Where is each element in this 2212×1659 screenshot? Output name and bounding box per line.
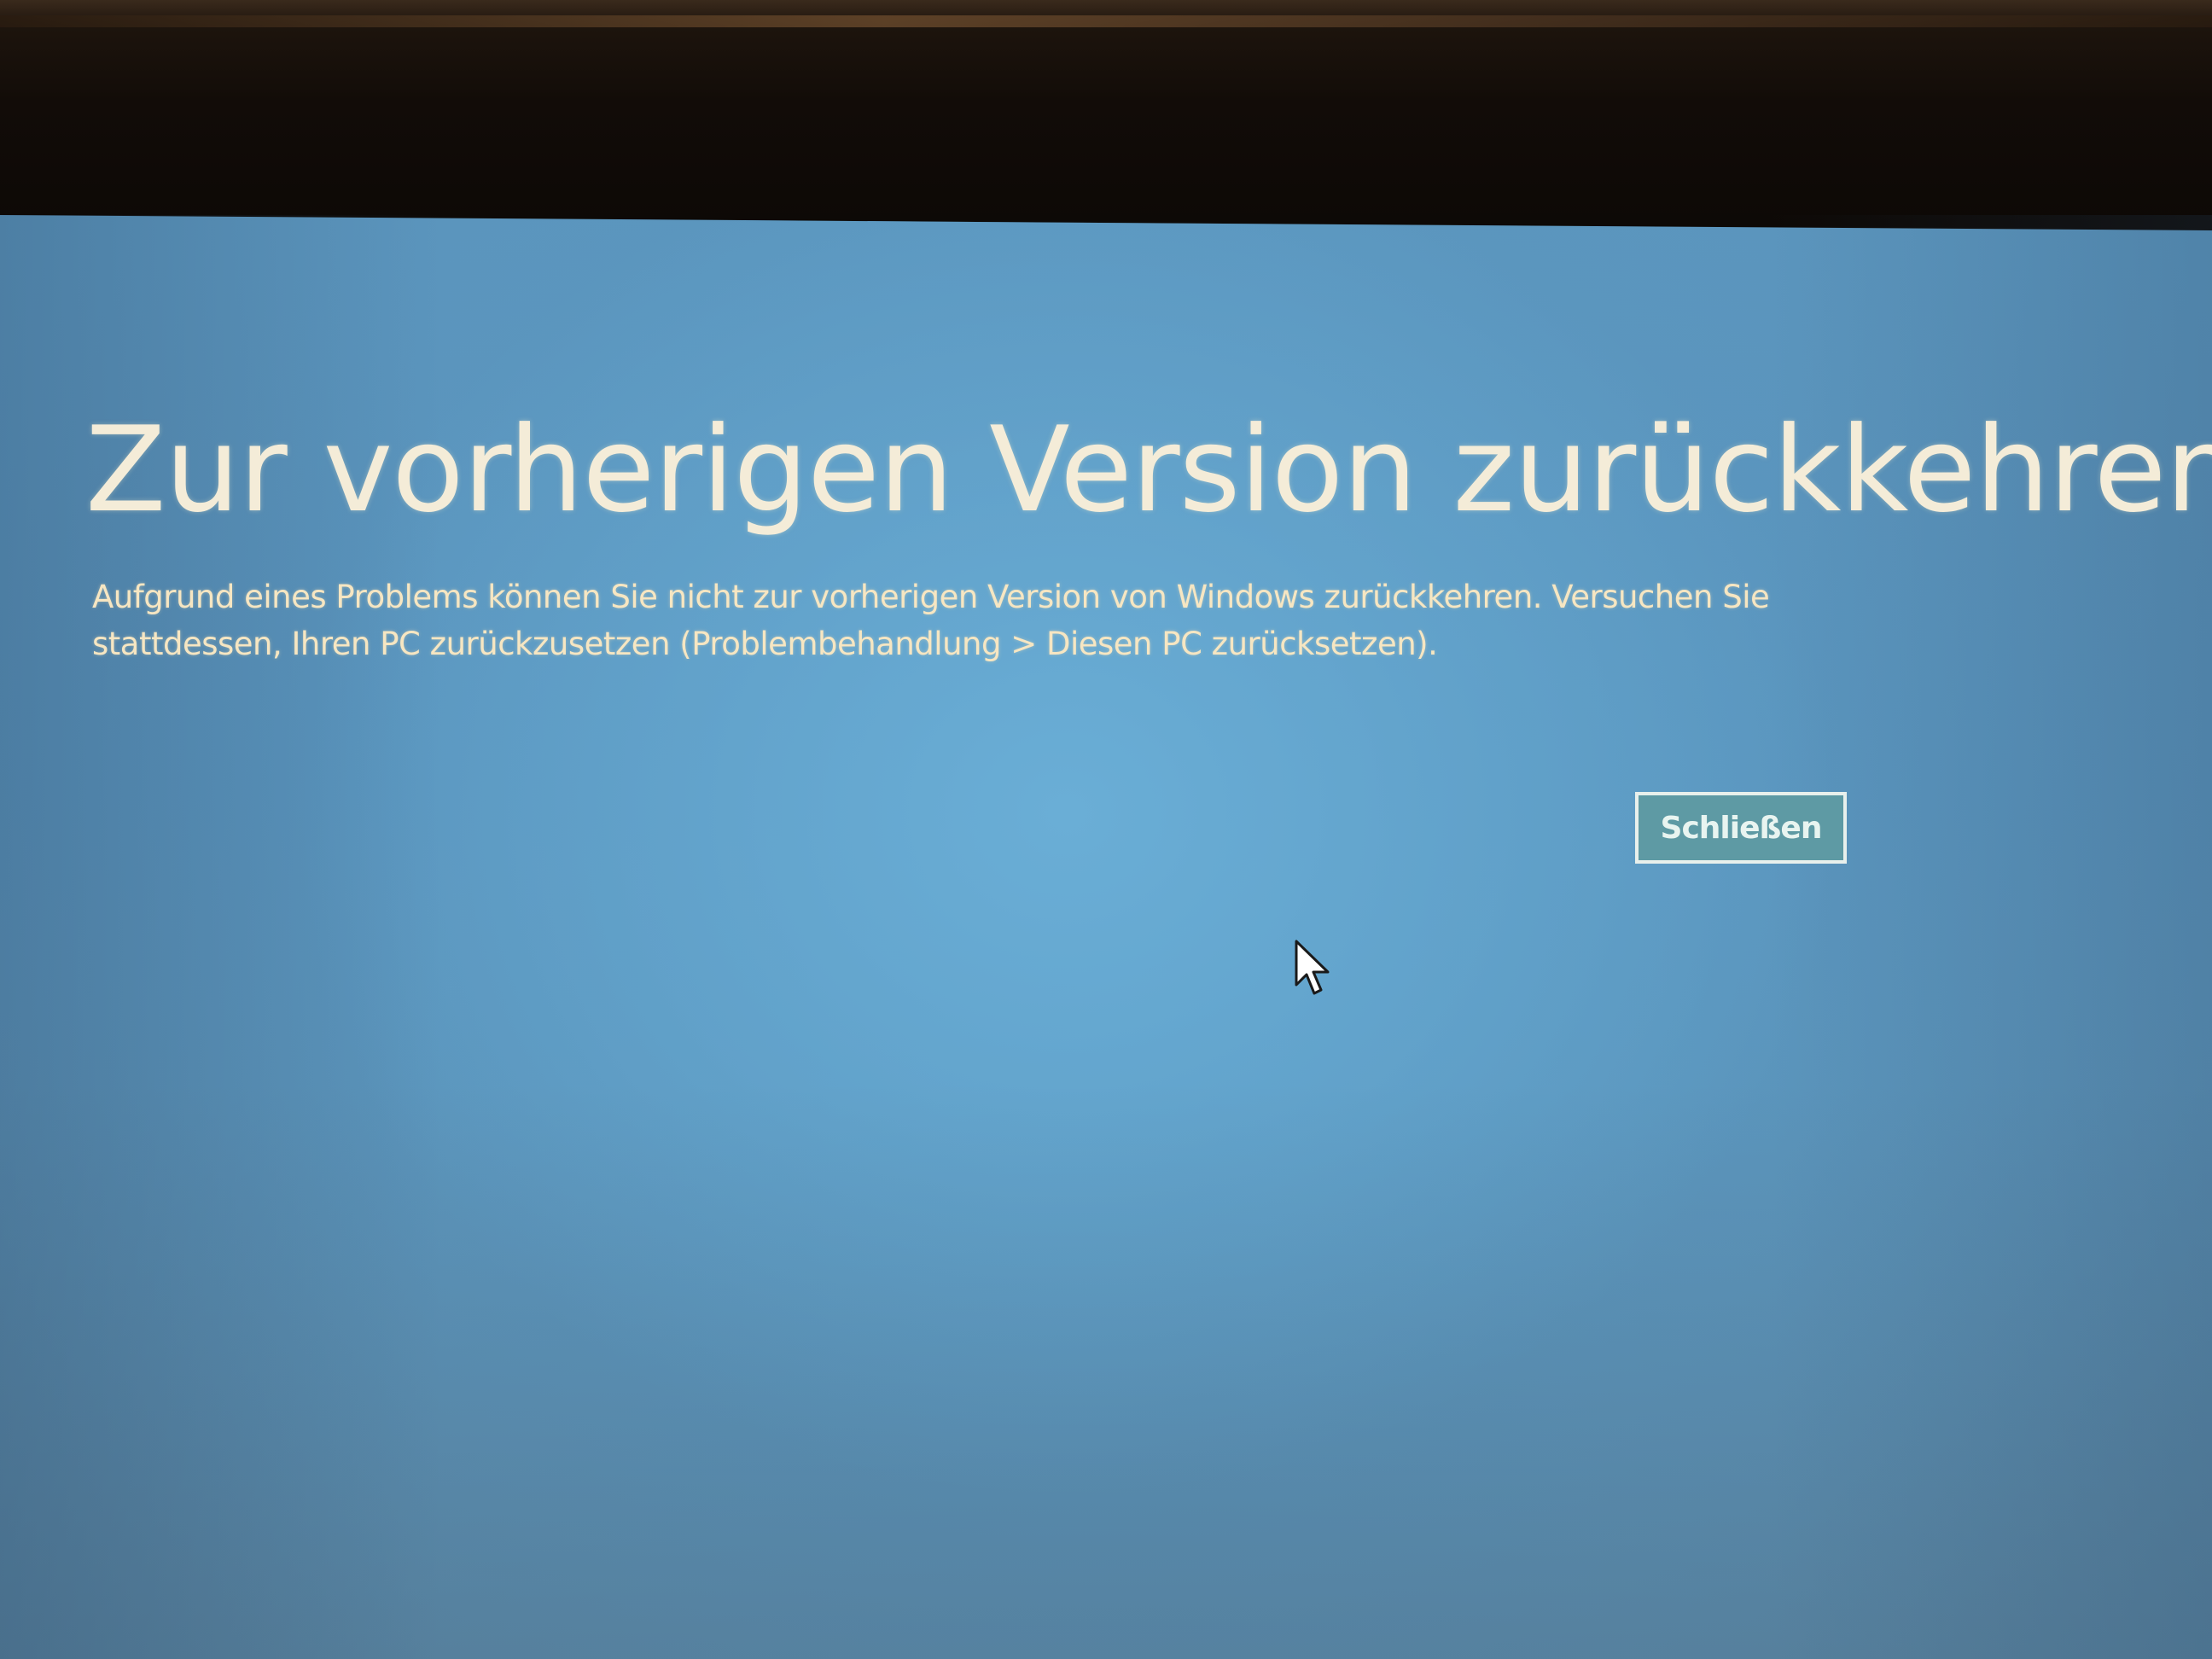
close-button[interactable]: Schließen (1635, 792, 1847, 864)
monitor-bezel-edge (0, 15, 2212, 27)
error-message: Aufgrund eines Problems können Sie nicht… (92, 579, 1770, 662)
mouse-pointer-icon (1295, 940, 1330, 995)
page-title: Zur vorherigen Version zurückkehren (85, 401, 2212, 539)
